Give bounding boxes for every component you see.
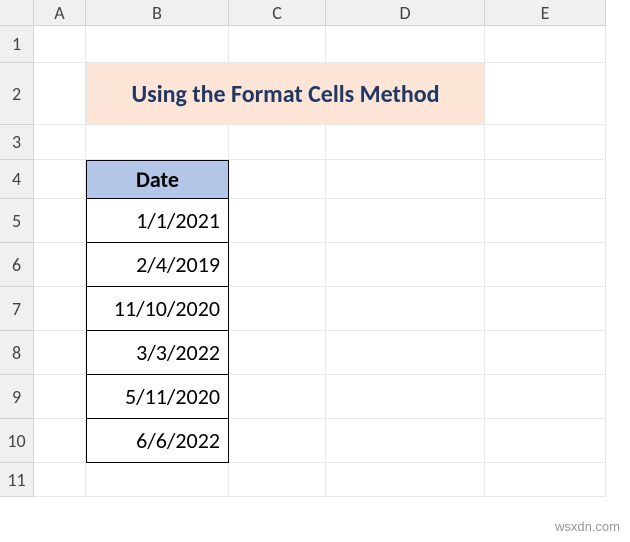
row-header-9[interactable]: 9 <box>0 375 34 419</box>
cell-e8[interactable] <box>485 331 606 375</box>
row-header-7[interactable]: 7 <box>0 287 34 331</box>
cell-d7[interactable] <box>326 287 485 331</box>
col-header-e[interactable]: E <box>485 0 606 26</box>
row-header-10[interactable]: 10 <box>0 419 34 463</box>
spreadsheet-grid: A B C D E 1 2 3 4 5 6 7 8 9 10 11 Using … <box>0 0 630 497</box>
col-header-c[interactable]: C <box>229 0 326 26</box>
cell-a11[interactable] <box>34 463 86 497</box>
col-header-b[interactable]: B <box>86 0 229 26</box>
col-header-d[interactable]: D <box>326 0 485 26</box>
cell-d8[interactable] <box>326 331 485 375</box>
cell-d1[interactable] <box>326 26 485 63</box>
cell-e11[interactable] <box>485 463 606 497</box>
cell-b3[interactable] <box>86 125 229 160</box>
row-header-8[interactable]: 8 <box>0 331 34 375</box>
date-value[interactable]: 2/4/2019 <box>86 243 229 287</box>
cell-a8[interactable] <box>34 331 86 375</box>
cell-c10[interactable] <box>229 419 326 463</box>
cell-a2[interactable] <box>34 63 86 125</box>
cell-e3[interactable] <box>485 125 606 160</box>
row-header-1[interactable]: 1 <box>0 26 34 63</box>
cell-d5[interactable] <box>326 199 485 243</box>
cell-a1[interactable] <box>34 26 86 63</box>
cell-a4[interactable] <box>34 160 86 199</box>
row-header-11[interactable]: 11 <box>0 463 34 497</box>
col-header-a[interactable]: A <box>34 0 86 26</box>
cell-d3[interactable] <box>326 125 485 160</box>
cell-d9[interactable] <box>326 375 485 419</box>
date-value[interactable]: 1/1/2021 <box>86 199 229 243</box>
select-all-corner[interactable] <box>0 0 34 26</box>
date-value[interactable]: 3/3/2022 <box>86 331 229 375</box>
cell-a3[interactable] <box>34 125 86 160</box>
date-column-header[interactable]: Date <box>86 160 229 199</box>
cell-e1[interactable] <box>485 26 606 63</box>
date-value[interactable]: 5/11/2020 <box>86 375 229 419</box>
cell-e2[interactable] <box>485 63 606 125</box>
cell-a6[interactable] <box>34 243 86 287</box>
cell-a5[interactable] <box>34 199 86 243</box>
cell-e4[interactable] <box>485 160 606 199</box>
cell-e5[interactable] <box>485 199 606 243</box>
date-value[interactable]: 6/6/2022 <box>86 419 229 463</box>
cell-e6[interactable] <box>485 243 606 287</box>
cell-c11[interactable] <box>229 463 326 497</box>
cell-e9[interactable] <box>485 375 606 419</box>
watermark-text: wsxdn.com <box>555 519 620 534</box>
page-title[interactable]: Using the Format Cells Method <box>86 63 485 125</box>
cell-c7[interactable] <box>229 287 326 331</box>
cell-c3[interactable] <box>229 125 326 160</box>
cell-a7[interactable] <box>34 287 86 331</box>
row-header-4[interactable]: 4 <box>0 160 34 199</box>
cell-c5[interactable] <box>229 199 326 243</box>
row-header-2[interactable]: 2 <box>0 63 34 125</box>
cell-b1[interactable] <box>86 26 229 63</box>
cell-c6[interactable] <box>229 243 326 287</box>
cell-d6[interactable] <box>326 243 485 287</box>
cell-c1[interactable] <box>229 26 326 63</box>
cell-d4[interactable] <box>326 160 485 199</box>
cell-c4[interactable] <box>229 160 326 199</box>
cell-e7[interactable] <box>485 287 606 331</box>
cell-a10[interactable] <box>34 419 86 463</box>
cell-d11[interactable] <box>326 463 485 497</box>
row-header-3[interactable]: 3 <box>0 125 34 160</box>
date-value[interactable]: 11/10/2020 <box>86 287 229 331</box>
cell-b11[interactable] <box>86 463 229 497</box>
cell-a9[interactable] <box>34 375 86 419</box>
row-header-5[interactable]: 5 <box>0 199 34 243</box>
cell-e10[interactable] <box>485 419 606 463</box>
cell-c9[interactable] <box>229 375 326 419</box>
row-header-6[interactable]: 6 <box>0 243 34 287</box>
cell-d10[interactable] <box>326 419 485 463</box>
cell-c8[interactable] <box>229 331 326 375</box>
